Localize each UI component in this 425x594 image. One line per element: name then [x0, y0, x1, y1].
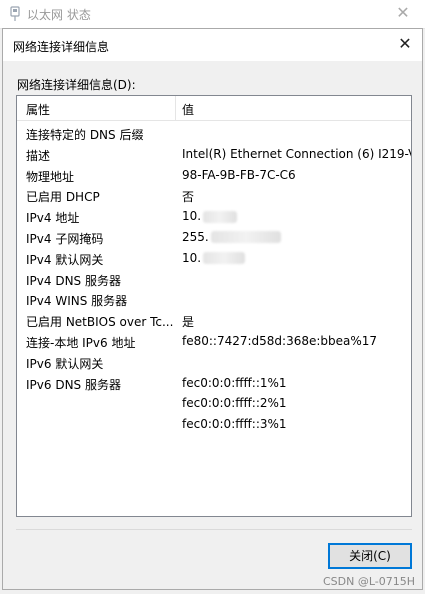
value-cell: 255. [182, 230, 281, 244]
column-header-property[interactable]: 属性 [26, 101, 50, 118]
list-item[interactable]: IPv6 默认网关 [17, 352, 411, 373]
property-cell: IPv6 DNS 服务器 [26, 377, 121, 392]
list-item[interactable]: IPv4 默认网关 10. [17, 248, 411, 269]
close-icon[interactable]: ✕ [396, 35, 414, 53]
property-cell: IPv4 子网掩码 [26, 231, 104, 246]
property-cell: 连接-本地 IPv6 地址 [26, 335, 136, 350]
list-item[interactable]: IPv4 地址 10. [17, 206, 411, 227]
list-item[interactable]: 连接-本地 IPv6 地址 fe80::7427:d58d:368e:bbea%1… [17, 331, 411, 352]
property-cell: 已启用 DHCP [26, 190, 100, 205]
value-text: fec0:0:0:ffff::1%1 [182, 375, 287, 390]
redacted-value [210, 231, 281, 244]
value-text: fec0:0:0:ffff::3%1 [182, 417, 287, 432]
redacted-value [203, 210, 238, 223]
list-item[interactable]: 连接特定的 DNS 后缀 [17, 123, 411, 144]
redacted-value [203, 252, 246, 265]
value-cell: 10. [182, 250, 246, 265]
value-cell: Intel(R) Ethernet Connection (6) I219-V [182, 146, 412, 161]
value-cell: fec0:0:0:ffff::3%1 [182, 417, 287, 431]
value-cell: 否 [182, 188, 194, 205]
list-item[interactable]: 已启用 NetBIOS over Tc... 是 [17, 310, 411, 331]
list-rows: 连接特定的 DNS 后缀 描述 Intel(R) Ethernet Connecti… [17, 121, 411, 435]
property-cell: 连接特定的 DNS 后缀 [26, 128, 144, 142]
property-cell: 物理地址 [26, 169, 75, 184]
list-item[interactable]: IPv4 DNS 服务器 [17, 269, 411, 290]
dialog-title: 网络连接详细信息 [13, 40, 110, 54]
value-cell: 是 [182, 313, 194, 330]
property-cell: IPv4 默认网关 [26, 252, 104, 267]
property-cell: 描述 [26, 148, 51, 163]
close-button[interactable]: 关闭(C) [328, 543, 412, 569]
list-item[interactable]: IPv4 子网掩码 255. [17, 227, 411, 248]
value-text: 10. [182, 209, 202, 224]
value-text: 10. [182, 250, 202, 265]
column-divider[interactable] [175, 96, 176, 120]
details-section-label: 网络连接详细信息(D): [17, 78, 136, 92]
value-cell: fec0:0:0:ffff::2%1 [182, 396, 287, 410]
column-header-value[interactable]: 值 [182, 101, 194, 118]
dialog-titlebar: 网络连接详细信息 ✕ [3, 29, 422, 61]
property-cell: IPv6 默认网关 [26, 356, 104, 371]
value-text: 否 [182, 190, 195, 205]
list-item[interactable]: fec0:0:0:ffff::3%1 [17, 414, 411, 435]
value-cell: fec0:0:0:ffff::1%1 [182, 376, 287, 390]
watermark: CSDN @L-0715H [322, 575, 415, 588]
list-column-headers: 属性 值 [17, 96, 411, 121]
details-list[interactable]: 属性 值 连接特定的 DNS 后缀 描述 Intel(R) Ethernet Con… [16, 95, 412, 517]
value-cell: 98-FA-9B-FB-7C-C6 [182, 168, 296, 182]
background-titlebar: 以太网 状态 ✕ [0, 0, 425, 29]
value-text: Intel(R) Ethernet Connection (6) I219-V [182, 146, 412, 161]
list-item[interactable]: 描述 Intel(R) Ethernet Connection (6) I219-… [17, 144, 411, 165]
value-text: fec0:0:0:ffff::2%1 [182, 396, 287, 411]
value-cell: 10. [182, 209, 238, 224]
value-text: 255. [182, 229, 209, 244]
value-text: 98-FA-9B-FB-7C-C6 [182, 167, 296, 182]
button-area-divider [16, 529, 412, 530]
property-cell: IPv4 地址 [26, 211, 80, 226]
list-item[interactable]: 已启用 DHCP 否 [17, 185, 411, 206]
value-text: 是 [182, 315, 195, 330]
network-details-dialog: 网络连接详细信息 ✕ 网络连接详细信息(D): 属性 值 连接特定的 DNS 后… [2, 28, 423, 590]
value-cell: fe80::7427:d58d:368e:bbea%17 [182, 334, 377, 348]
background-window-title: 以太网 状态 [27, 8, 91, 22]
value-text: fe80::7427:d58d:368e:bbea%17 [182, 333, 378, 348]
network-adapter-icon [10, 6, 20, 21]
background-close-icon[interactable]: ✕ [395, 4, 411, 22]
list-item[interactable]: IPv6 DNS 服务器 fec0:0:0:ffff::1%1 [17, 373, 411, 394]
list-item[interactable]: 物理地址 98-FA-9B-FB-7C-C6 [17, 165, 411, 186]
list-item[interactable]: IPv4 WINS 服务器 [17, 289, 411, 310]
property-cell: 已启用 NetBIOS over Tc... [26, 315, 174, 330]
property-cell: IPv4 WINS 服务器 [26, 294, 128, 309]
property-cell: IPv4 DNS 服务器 [26, 273, 121, 288]
list-item[interactable]: fec0:0:0:ffff::2%1 [17, 393, 411, 414]
